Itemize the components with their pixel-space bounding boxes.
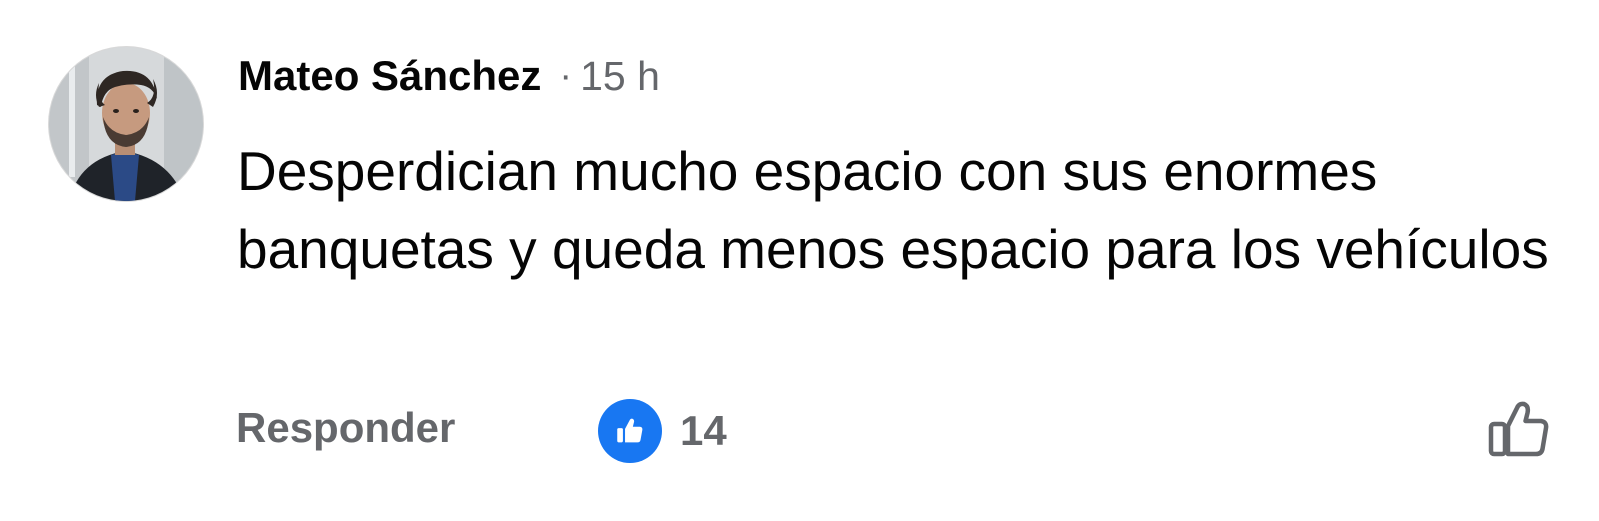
avatar[interactable]: [49, 47, 203, 201]
timestamp[interactable]: 15 h: [580, 53, 660, 100]
separator-dot: ·: [559, 54, 573, 97]
reply-button[interactable]: Responder: [236, 404, 455, 452]
comment-text: Desperdician mucho espacio con sus enorm…: [237, 140, 1549, 280]
profile-photo-icon: [49, 47, 203, 201]
reaction-count: 14: [680, 407, 727, 454]
comment-actions: Responder 14: [236, 396, 1566, 466]
thumbs-up-icon: [598, 399, 662, 463]
thumbs-up-outline-icon: [1488, 401, 1549, 457]
reaction-summary[interactable]: 14: [598, 398, 727, 464]
comment: Mateo Sánchez · 15 h Desperdician mucho …: [0, 0, 1599, 521]
like-button[interactable]: [1486, 396, 1552, 462]
author-name[interactable]: Mateo Sánchez: [238, 52, 541, 100]
comment-header: Mateo Sánchez · 15 h: [238, 48, 660, 104]
